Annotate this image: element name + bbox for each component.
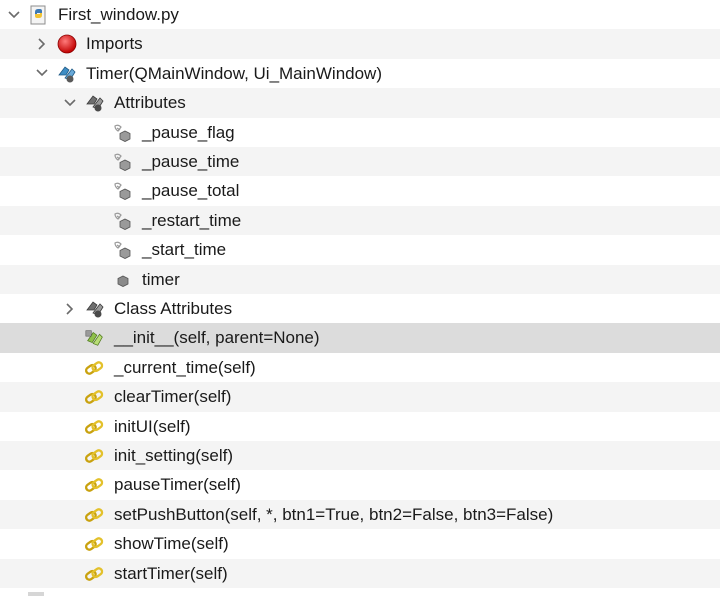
method-icon <box>84 474 106 496</box>
method-icon <box>84 386 106 408</box>
tree-item-timer-qmainwindow-ui-mainwindow[interactable]: Timer(QMainWindow, Ui_MainWindow) <box>0 59 720 88</box>
tree-item-timer[interactable]: timer <box>0 264 720 294</box>
attribute-icon <box>112 269 134 291</box>
tree-item-label: _pause_total <box>142 181 240 201</box>
imports-icon <box>56 33 78 55</box>
tree-item-pausetimer-self[interactable]: pauseTimer(self) <box>0 470 720 499</box>
tree-item-pause-total[interactable]: _pause_total <box>0 176 720 205</box>
tree-item-attributes[interactable]: Attributes <box>0 88 720 118</box>
private-attribute-icon <box>112 210 134 232</box>
chevron-right-icon[interactable] <box>62 294 78 323</box>
tree-item-starttimer-self[interactable]: startTimer(self) <box>0 558 720 588</box>
method-icon <box>84 504 106 526</box>
method-icon <box>84 533 106 555</box>
tree-item-first-window-py[interactable]: First_window.py <box>0 0 720 29</box>
tree-item-init-self-parent-none[interactable]: __init__(self, parent=None) <box>0 323 720 353</box>
method-icon <box>84 445 106 467</box>
scrollbar-thumb[interactable] <box>28 592 44 596</box>
tree-item-pause-flag[interactable]: _pause_flag <box>0 118 720 147</box>
attributes-icon <box>84 92 106 114</box>
tree-item-label: _start_time <box>142 240 227 260</box>
tree-item-label: init_setting(self) <box>114 446 234 465</box>
tree-item-label: _pause_time <box>142 152 240 171</box>
chevron-down-icon[interactable] <box>62 88 78 117</box>
private-attribute-icon <box>112 180 134 202</box>
outline-tree[interactable]: First_window.py Imports Timer(QMainWindow,… <box>0 0 720 596</box>
tree-item-label: __init__(self, parent=None) <box>114 328 320 348</box>
tree-item-init-setting-self[interactable]: init_setting(self) <box>0 441 720 471</box>
tree-item-label: Attributes <box>114 93 186 113</box>
tree-item-class-attributes[interactable]: Class Attributes <box>0 294 720 323</box>
method-icon <box>84 563 106 585</box>
tree-item-showtime-self[interactable]: showTime(self) <box>0 529 720 558</box>
tree-item-label: setPushButton(self, *, btn1=True, btn2=F… <box>114 504 554 524</box>
python-file-icon <box>28 4 50 26</box>
tree-item-label: Timer(QMainWindow, Ui_MainWindow) <box>86 63 382 83</box>
tree-item-label: _restart_time <box>142 210 242 230</box>
chevron-down-icon[interactable] <box>34 59 50 88</box>
method-icon <box>84 416 106 438</box>
private-attribute-icon <box>112 151 134 173</box>
tree-item-label: Class Attributes <box>114 299 233 318</box>
tree-item-label: initUI(self) <box>114 416 191 436</box>
tree-item-current-time-self[interactable]: _current_time(self) <box>0 353 720 382</box>
private-attribute-icon <box>112 239 134 261</box>
constructor-icon <box>84 327 106 349</box>
chevron-down-icon[interactable] <box>6 0 22 29</box>
tree-item-label: timer <box>142 269 180 289</box>
class-icon <box>56 63 78 85</box>
private-attribute-icon <box>112 122 134 144</box>
tree-item-label: _pause_flag <box>142 122 235 142</box>
tree-item-label: Imports <box>86 34 143 54</box>
horizontal-scrollbar[interactable] <box>0 592 720 596</box>
tree-item-restart-time[interactable]: _restart_time <box>0 205 720 236</box>
tree-item-label: showTime(self) <box>114 534 229 554</box>
tree-item-label: pauseTimer(self) <box>114 475 241 495</box>
tree-item-label: startTimer(self) <box>114 563 228 583</box>
chevron-right-icon[interactable] <box>34 29 50 58</box>
tree-item-label: clearTimer(self) <box>114 387 232 407</box>
tree-item-label: First_window.py <box>58 5 179 24</box>
attributes-icon <box>84 298 106 320</box>
tree-item-pause-time[interactable]: _pause_time <box>0 147 720 177</box>
tree-item-initui-self[interactable]: initUI(self) <box>0 412 720 441</box>
tree-item-cleartimer-self[interactable]: clearTimer(self) <box>0 382 720 412</box>
tree-item-start-time[interactable]: _start_time <box>0 235 720 264</box>
tree-item-setpushbutton-self-btn1-true-btn2-false-btn3-false[interactable]: setPushButton(self, *, btn1=True, btn2=F… <box>0 499 720 530</box>
tree-item-label: _current_time(self) <box>114 357 256 377</box>
tree-item-imports[interactable]: Imports <box>0 29 720 59</box>
method-icon <box>84 357 106 379</box>
